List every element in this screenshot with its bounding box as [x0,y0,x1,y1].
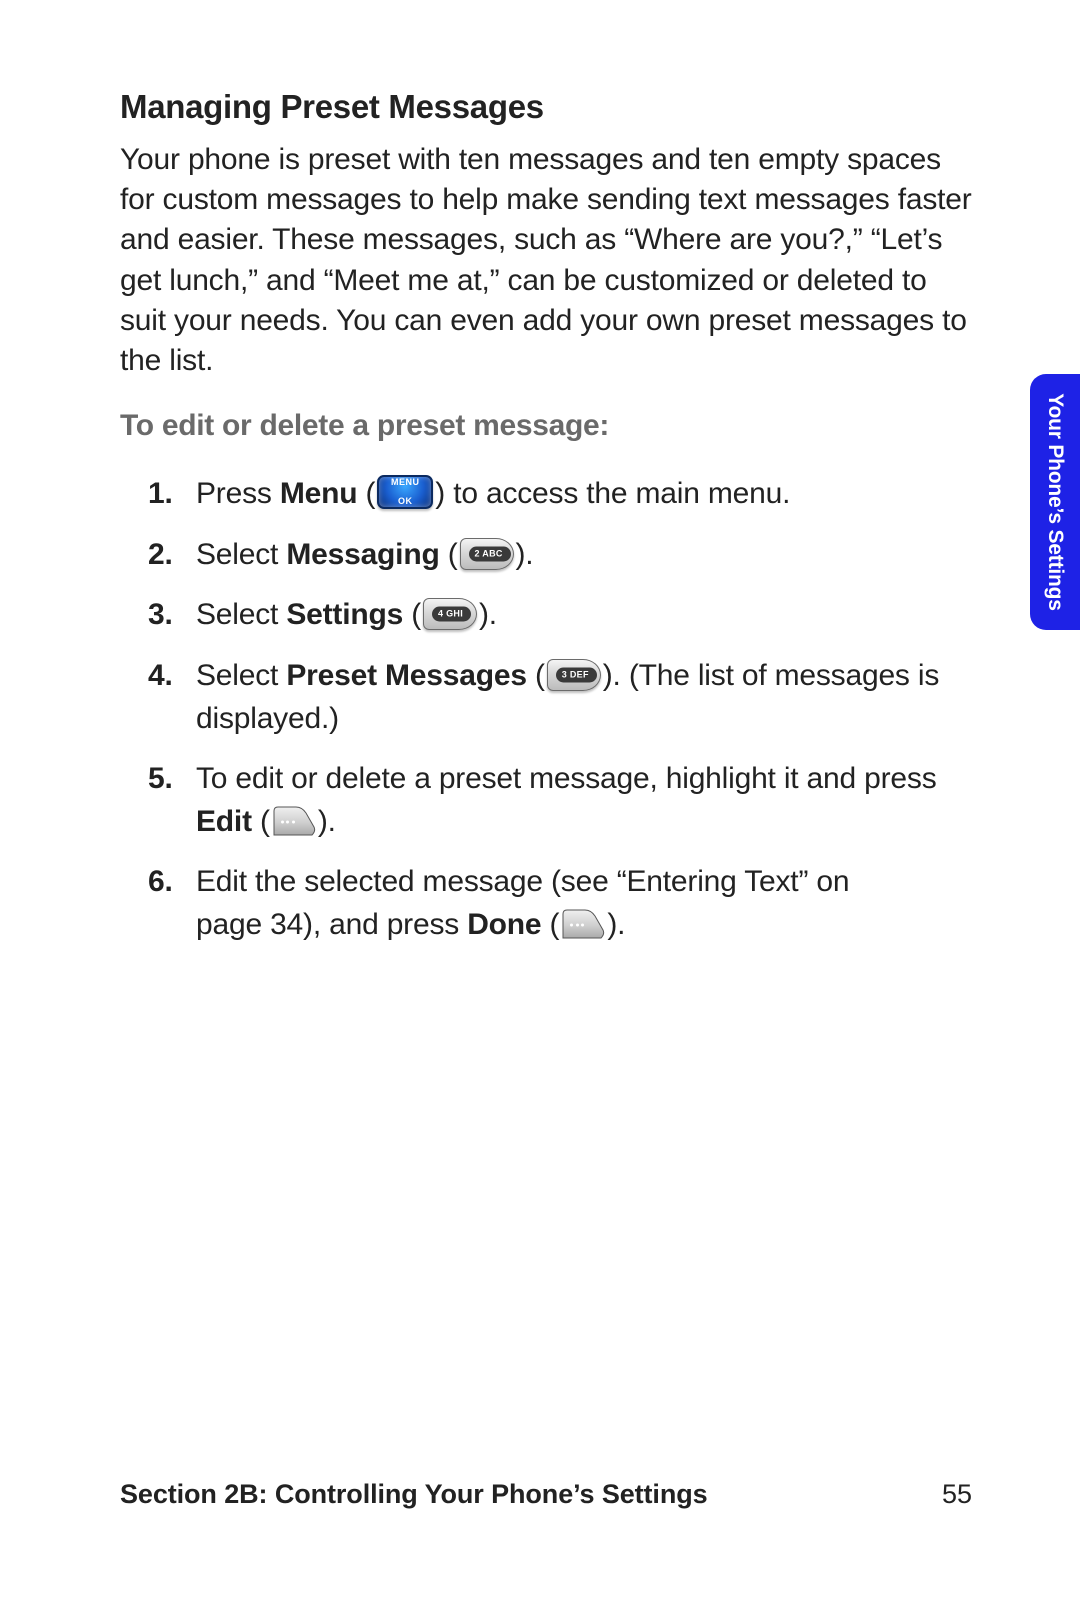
step-text: Select [196,538,286,571]
step-text-after: ) to access the main menu. [435,477,790,510]
step-5: 5. To edit or delete a preset message, h… [148,758,972,843]
keypad-3-icon: 3 DEF [547,659,601,691]
procedure-subhead: To edit or delete a preset message: [120,409,972,443]
keypad-2-icon: 2 ABC [460,538,514,570]
step-bold: Settings [286,598,403,631]
side-tab-label: Your Phone’s Settings [1043,393,1067,611]
step-bold: Messaging [286,538,439,571]
step-line1: Edit the selected message (see “Entering… [196,865,849,898]
step-6: 6. Edit the selected message (see “Enter… [148,861,972,946]
paren-open: ( [403,598,421,631]
step-line1: To edit or delete a preset message, high… [196,762,937,795]
step-1: 1. Press Menu ( MENU OK ) to access the mai… [148,473,972,516]
step-bold: Edit [196,805,252,838]
left-softkey-icon [272,805,316,839]
page-footer: Section 2B: Controlling Your Phone’s Set… [120,1479,972,1510]
footer-page-number: 55 [942,1479,972,1510]
section-heading: Managing Preset Messages [120,88,972,126]
key-label-bottom: OK [379,495,431,508]
step-text-after: ). [516,538,534,571]
paren-open: ( [541,908,559,941]
paren-open: ( [527,659,545,692]
step-number: 3. [148,594,173,637]
left-softkey-icon [561,908,605,942]
key-label-top: MENU [379,476,431,489]
step-bold: Preset Messages [286,659,527,692]
paren-open: ( [252,805,270,838]
step-number: 1. [148,473,173,516]
step-number: 2. [148,534,173,577]
step-text-after: ). [318,805,336,838]
step-text-after: ). [607,908,625,941]
step-4: 4. Select Preset Messages (3 DEF). (The … [148,655,972,740]
key-label: 4 GHI [432,607,471,622]
step-text: Press [196,477,280,510]
paren-open: ( [357,477,375,510]
step-3: 3. Select Settings (4 GHI). [148,594,972,637]
manual-page: Managing Preset Messages Your phone is p… [0,0,1080,1620]
key-label: 2 ABC [469,546,511,561]
step-number: 5. [148,758,173,801]
side-thumb-tab: Your Phone’s Settings [1030,374,1080,630]
step-line2-pre: page 34), and press [196,908,467,941]
paren-open: ( [440,538,458,571]
step-text: Select [196,659,286,692]
intro-paragraph: Your phone is preset with ten messages a… [120,140,972,381]
step-number: 6. [148,861,173,904]
step-bold: Menu [280,477,358,510]
keypad-4-icon: 4 GHI [423,598,477,630]
step-bold: Done [467,908,541,941]
step-number: 4. [148,655,173,698]
step-list: 1. Press Menu ( MENU OK ) to access the mai… [148,473,972,946]
menu-ok-key-icon: MENU OK [377,475,433,509]
step-text-after: ). [479,598,497,631]
step-text: Select [196,598,286,631]
footer-section-label: Section 2B: Controlling Your Phone’s Set… [120,1479,708,1510]
key-label: 3 DEF [556,667,597,682]
step-2: 2. Select Messaging (2 ABC). [148,534,972,577]
